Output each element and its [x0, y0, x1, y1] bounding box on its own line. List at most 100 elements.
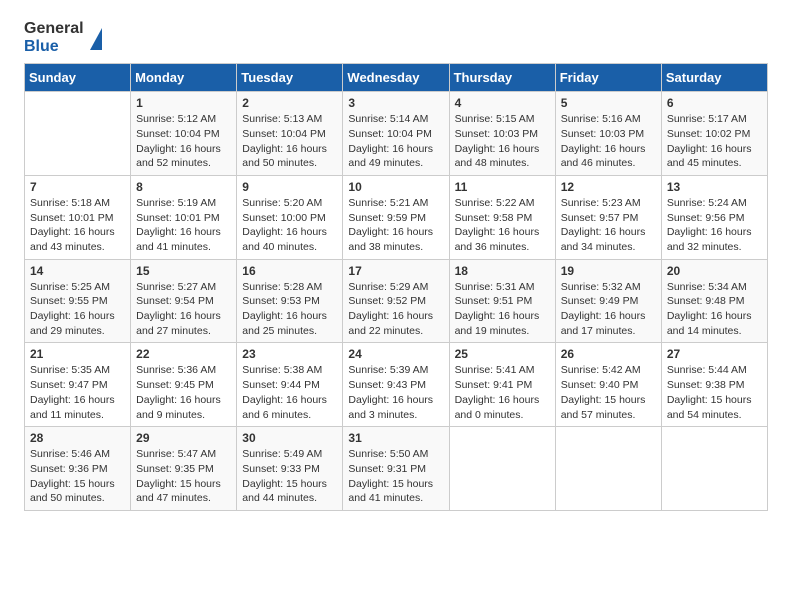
cell-text: Sunrise: 5:50 AM — [348, 447, 443, 462]
day-number: 24 — [348, 347, 443, 361]
day-cell-6: 6Sunrise: 5:17 AMSunset: 10:02 PMDayligh… — [661, 92, 767, 176]
day-number: 20 — [667, 264, 762, 278]
week-row-4: 21Sunrise: 5:35 AMSunset: 9:47 PMDayligh… — [25, 343, 768, 427]
cell-text: and 50 minutes. — [30, 491, 125, 506]
cell-text: Sunset: 10:04 PM — [242, 127, 337, 142]
cell-text: Sunrise: 5:39 AM — [348, 363, 443, 378]
cell-text: and 11 minutes. — [30, 408, 125, 423]
logo-general: General — [24, 20, 84, 38]
day-cell-16: 16Sunrise: 5:28 AMSunset: 9:53 PMDayligh… — [237, 259, 343, 343]
day-number: 18 — [455, 264, 550, 278]
day-number: 29 — [136, 431, 231, 445]
cell-text: Sunset: 9:56 PM — [667, 211, 762, 226]
day-number: 13 — [667, 180, 762, 194]
day-number: 11 — [455, 180, 550, 194]
cell-text: and 32 minutes. — [667, 240, 762, 255]
cell-text: Sunrise: 5:46 AM — [30, 447, 125, 462]
cell-text: Sunset: 9:59 PM — [348, 211, 443, 226]
cell-text: and 34 minutes. — [561, 240, 656, 255]
cell-text: Daylight: 16 hours — [455, 142, 550, 157]
cell-text: Sunset: 10:04 PM — [348, 127, 443, 142]
cell-text: Daylight: 16 hours — [348, 225, 443, 240]
cell-text: Sunset: 9:49 PM — [561, 294, 656, 309]
cell-text: Daylight: 16 hours — [136, 309, 231, 324]
day-number: 12 — [561, 180, 656, 194]
cell-text: Sunrise: 5:13 AM — [242, 112, 337, 127]
cell-text: Daylight: 16 hours — [667, 142, 762, 157]
cell-text: and 48 minutes. — [455, 156, 550, 171]
cell-text: Daylight: 15 hours — [561, 393, 656, 408]
weekday-header-sunday: Sunday — [25, 64, 131, 92]
cell-text: Daylight: 16 hours — [242, 309, 337, 324]
day-number: 30 — [242, 431, 337, 445]
cell-text: Daylight: 16 hours — [348, 393, 443, 408]
cell-text: Sunset: 9:43 PM — [348, 378, 443, 393]
cell-text: Daylight: 16 hours — [455, 309, 550, 324]
cell-text: Sunrise: 5:41 AM — [455, 363, 550, 378]
cell-text: and 46 minutes. — [561, 156, 656, 171]
cell-text: Daylight: 16 hours — [348, 309, 443, 324]
cell-text: Sunset: 9:48 PM — [667, 294, 762, 309]
cell-text: and 54 minutes. — [667, 408, 762, 423]
week-row-2: 7Sunrise: 5:18 AMSunset: 10:01 PMDayligh… — [25, 175, 768, 259]
cell-text: Daylight: 16 hours — [455, 393, 550, 408]
day-number: 16 — [242, 264, 337, 278]
day-cell-4: 4Sunrise: 5:15 AMSunset: 10:03 PMDayligh… — [449, 92, 555, 176]
day-number: 15 — [136, 264, 231, 278]
cell-text: Daylight: 15 hours — [667, 393, 762, 408]
day-number: 9 — [242, 180, 337, 194]
day-number: 23 — [242, 347, 337, 361]
day-number: 4 — [455, 96, 550, 110]
weekday-header-tuesday: Tuesday — [237, 64, 343, 92]
cell-text: Sunrise: 5:35 AM — [30, 363, 125, 378]
day-cell-11: 11Sunrise: 5:22 AMSunset: 9:58 PMDayligh… — [449, 175, 555, 259]
cell-text: Sunset: 9:45 PM — [136, 378, 231, 393]
logo: General Blue — [24, 20, 102, 55]
day-number: 26 — [561, 347, 656, 361]
cell-text: and 6 minutes. — [242, 408, 337, 423]
cell-text: Sunrise: 5:15 AM — [455, 112, 550, 127]
day-cell-5: 5Sunrise: 5:16 AMSunset: 10:03 PMDayligh… — [555, 92, 661, 176]
cell-text: Sunrise: 5:12 AM — [136, 112, 231, 127]
cell-text: Sunrise: 5:36 AM — [136, 363, 231, 378]
cell-text: and 29 minutes. — [30, 324, 125, 339]
cell-text: Sunset: 10:04 PM — [136, 127, 231, 142]
day-number: 28 — [30, 431, 125, 445]
day-cell-20: 20Sunrise: 5:34 AMSunset: 9:48 PMDayligh… — [661, 259, 767, 343]
day-cell-1: 1Sunrise: 5:12 AMSunset: 10:04 PMDayligh… — [131, 92, 237, 176]
day-number: 31 — [348, 431, 443, 445]
weekday-header-wednesday: Wednesday — [343, 64, 449, 92]
cell-text: Sunrise: 5:24 AM — [667, 196, 762, 211]
cell-text: and 17 minutes. — [561, 324, 656, 339]
cell-text: Daylight: 16 hours — [136, 142, 231, 157]
cell-text: and 40 minutes. — [242, 240, 337, 255]
cell-text: Sunrise: 5:14 AM — [348, 112, 443, 127]
cell-text: Sunrise: 5:20 AM — [242, 196, 337, 211]
cell-text: Daylight: 16 hours — [30, 393, 125, 408]
cell-text: and 44 minutes. — [242, 491, 337, 506]
cell-text: Sunrise: 5:49 AM — [242, 447, 337, 462]
cell-text: and 25 minutes. — [242, 324, 337, 339]
cell-text: and 49 minutes. — [348, 156, 443, 171]
day-number: 22 — [136, 347, 231, 361]
cell-text: Sunrise: 5:34 AM — [667, 280, 762, 295]
cell-text: Sunset: 9:31 PM — [348, 462, 443, 477]
cell-text: Sunrise: 5:31 AM — [455, 280, 550, 295]
day-number: 5 — [561, 96, 656, 110]
cell-text: Sunset: 9:51 PM — [455, 294, 550, 309]
day-number: 10 — [348, 180, 443, 194]
day-cell-13: 13Sunrise: 5:24 AMSunset: 9:56 PMDayligh… — [661, 175, 767, 259]
day-cell-12: 12Sunrise: 5:23 AMSunset: 9:57 PMDayligh… — [555, 175, 661, 259]
cell-text: Sunrise: 5:16 AM — [561, 112, 656, 127]
weekday-header-row: SundayMondayTuesdayWednesdayThursdayFrid… — [25, 64, 768, 92]
day-number: 17 — [348, 264, 443, 278]
cell-text: Daylight: 15 hours — [136, 477, 231, 492]
day-number: 3 — [348, 96, 443, 110]
cell-text: and 41 minutes. — [348, 491, 443, 506]
cell-text: and 9 minutes. — [136, 408, 231, 423]
cell-text: Daylight: 16 hours — [30, 225, 125, 240]
week-row-1: 1Sunrise: 5:12 AMSunset: 10:04 PMDayligh… — [25, 92, 768, 176]
cell-text: Sunrise: 5:38 AM — [242, 363, 337, 378]
cell-text: Sunrise: 5:29 AM — [348, 280, 443, 295]
day-cell-9: 9Sunrise: 5:20 AMSunset: 10:00 PMDayligh… — [237, 175, 343, 259]
